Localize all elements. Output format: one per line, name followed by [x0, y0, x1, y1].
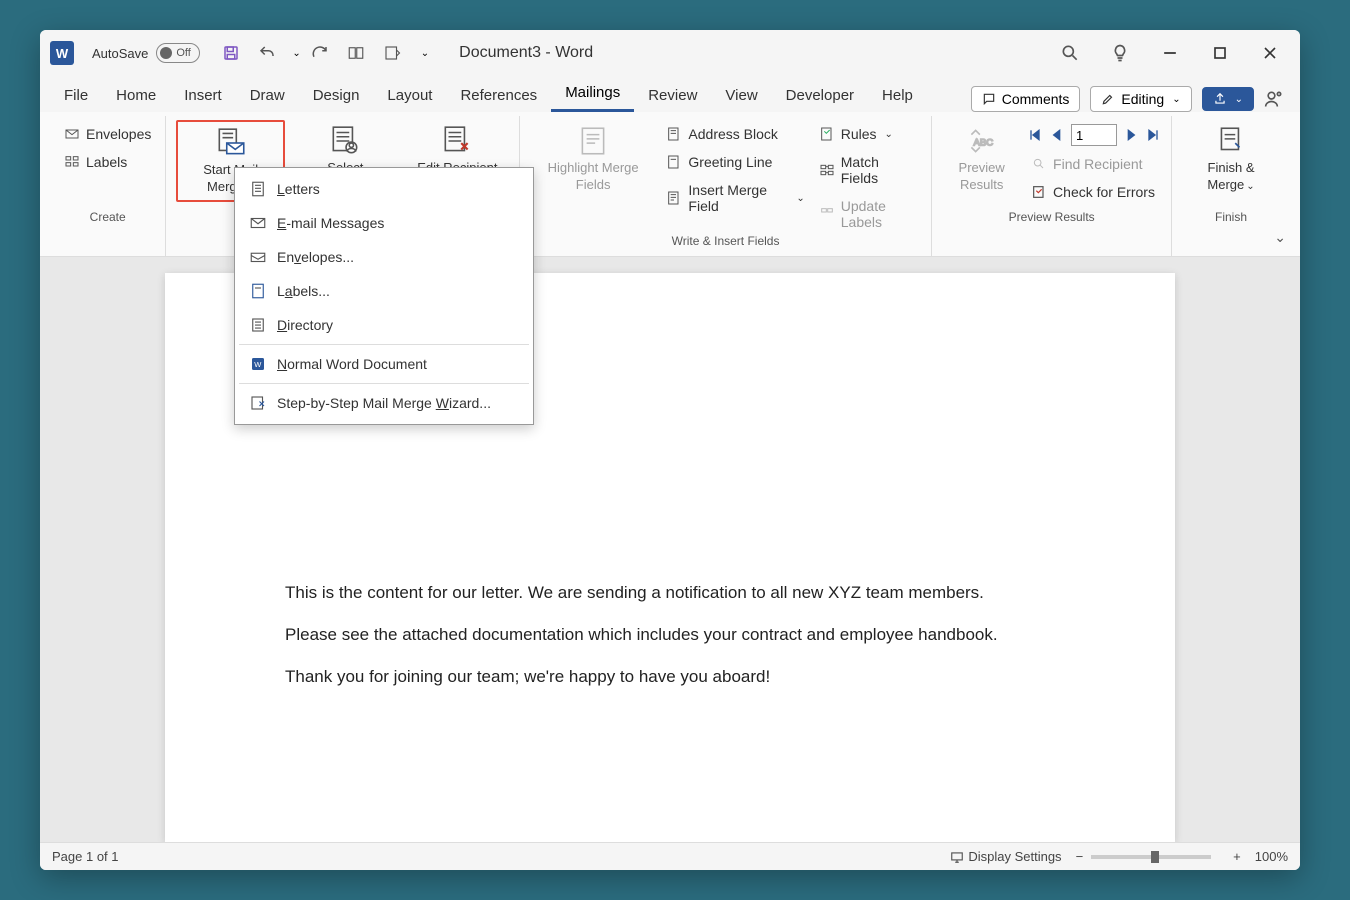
tab-mailings[interactable]: Mailings [551, 76, 634, 112]
editing-mode-button[interactable]: Editing ⌄ [1090, 86, 1191, 112]
display-settings-button[interactable]: Display Settings [950, 849, 1061, 864]
dd-email[interactable]: E-mail Messages [235, 206, 533, 240]
zoom-level[interactable]: 100% [1255, 849, 1288, 864]
tab-home[interactable]: Home [102, 79, 170, 112]
zoom-in-button[interactable]: + [1233, 849, 1241, 864]
qat-customize-icon[interactable]: ⌄ [421, 48, 429, 59]
tab-layout[interactable]: Layout [373, 79, 446, 112]
document-title: Document3 - Word [459, 44, 593, 62]
paragraph-1[interactable]: This is the content for our letter. We a… [285, 583, 1055, 603]
account-icon[interactable] [1264, 89, 1284, 109]
qat-button-1[interactable] [343, 40, 369, 66]
maximize-icon[interactable] [1210, 43, 1230, 63]
labels-button[interactable]: Labels [60, 152, 155, 172]
tab-view[interactable]: View [711, 79, 771, 112]
zoom-out-button[interactable]: − [1076, 849, 1084, 864]
tab-design[interactable]: Design [299, 79, 374, 112]
statusbar: Page 1 of 1 Display Settings − + 100% [40, 842, 1300, 870]
insert-merge-field-button[interactable]: Insert Merge Field ⌄ [662, 180, 808, 216]
autosave-label: AutoSave [92, 46, 148, 61]
paragraph-3[interactable]: Thank you for joining our team; we're ha… [285, 667, 1055, 687]
envelopes-button[interactable]: Envelopes [60, 124, 155, 144]
app-window: W AutoSave Off ⌄ ⌄ Document3 - Word [40, 30, 1300, 870]
autosave-state: Off [176, 47, 190, 59]
minimize-icon[interactable] [1160, 43, 1180, 63]
highlight-merge-fields-button[interactable]: Highlight Merge Fields [530, 120, 657, 198]
undo-dropdown-icon[interactable]: ⌄ [292, 48, 300, 59]
ribbon-tabs: File Home Insert Draw Design Layout Refe… [40, 76, 1300, 112]
group-preview: ABC Preview Results Find Recipient [932, 116, 1172, 256]
word-app-icon: W [50, 41, 74, 65]
help-lightbulb-icon[interactable] [1110, 43, 1130, 63]
next-record-icon[interactable] [1123, 127, 1139, 143]
dd-labels[interactable]: Labels... [235, 274, 533, 308]
toggle-knob [160, 47, 172, 59]
zoom-thumb[interactable] [1151, 851, 1159, 863]
zoom-slider[interactable] [1091, 855, 1211, 859]
titlebar: W AutoSave Off ⌄ ⌄ Document3 - Word [40, 30, 1300, 76]
comments-button[interactable]: Comments [971, 86, 1081, 112]
svg-text:W: W [254, 360, 262, 369]
group-preview-label: Preview Results [1009, 208, 1095, 228]
group-finish: Finish & Merge⌄ Finish [1172, 116, 1290, 256]
tab-review[interactable]: Review [634, 79, 711, 112]
dd-directory[interactable]: Directory [235, 308, 533, 342]
dd-envelopes[interactable]: Envelopes... [235, 240, 533, 274]
preview-results-button[interactable]: ABC Preview Results [942, 120, 1021, 198]
undo-button[interactable] [254, 40, 280, 66]
group-create-label: Create [90, 208, 126, 228]
ribbon-collapse-icon[interactable]: ⌄ [1274, 229, 1286, 246]
ribbon: Envelopes Labels Create Start Mail Merge… [40, 112, 1300, 257]
paragraph-2[interactable]: Please see the attached documentation wh… [285, 625, 1055, 645]
save-button[interactable] [218, 40, 244, 66]
share-button[interactable]: ⌄ [1202, 87, 1254, 111]
autosave-toggle[interactable]: Off [156, 43, 200, 63]
svg-text:ABC: ABC [973, 137, 993, 148]
dd-normal[interactable]: W Normal Word Document [235, 347, 533, 381]
search-icon[interactable] [1060, 43, 1080, 63]
group-create: Envelopes Labels Create [50, 116, 166, 256]
prev-record-icon[interactable] [1049, 127, 1065, 143]
tab-file[interactable]: File [50, 79, 102, 112]
tab-insert[interactable]: Insert [170, 79, 236, 112]
first-record-icon[interactable] [1027, 127, 1043, 143]
record-number-input[interactable] [1071, 124, 1117, 146]
page-count[interactable]: Page 1 of 1 [52, 849, 119, 864]
check-errors-button[interactable]: Check for Errors [1027, 182, 1161, 202]
dd-letters[interactable]: Letters [235, 172, 533, 206]
rules-button[interactable]: Rules⌄ [815, 124, 922, 144]
last-record-icon[interactable] [1145, 127, 1161, 143]
chevron-down-icon: ⌄ [1235, 94, 1243, 105]
qat-button-2[interactable] [379, 40, 405, 66]
group-write-label: Write & Insert Fields [672, 232, 780, 252]
finish-merge-button[interactable]: Finish & Merge⌄ [1182, 120, 1280, 198]
find-recipient-button[interactable]: Find Recipient [1027, 154, 1161, 174]
dd-wizard[interactable]: Step-by-Step Mail Merge Wizard... [235, 386, 533, 420]
envelopes-label: Envelopes [86, 126, 151, 142]
comments-label: Comments [1002, 91, 1070, 107]
group-write-insert: Highlight Merge Fields Address Block Gre… [520, 116, 932, 256]
close-icon[interactable] [1260, 43, 1280, 63]
greeting-line-button[interactable]: Greeting Line [662, 152, 808, 172]
tab-help[interactable]: Help [868, 79, 927, 112]
update-labels-button[interactable]: Update Labels [815, 196, 922, 232]
match-fields-button[interactable]: Match Fields [815, 152, 922, 188]
document-area: This is the content for our letter. We a… [40, 257, 1300, 842]
editing-label: Editing [1121, 91, 1164, 107]
redo-button[interactable] [307, 40, 333, 66]
chevron-down-icon: ⌄ [1172, 94, 1180, 105]
group-finish-label: Finish [1215, 208, 1247, 228]
labels-label: Labels [86, 154, 127, 170]
start-mail-merge-dropdown: Letters E-mail Messages Envelopes... Lab… [234, 167, 534, 425]
tab-draw[interactable]: Draw [236, 79, 299, 112]
tab-references[interactable]: References [446, 79, 551, 112]
tab-developer[interactable]: Developer [772, 79, 868, 112]
address-block-button[interactable]: Address Block [662, 124, 808, 144]
